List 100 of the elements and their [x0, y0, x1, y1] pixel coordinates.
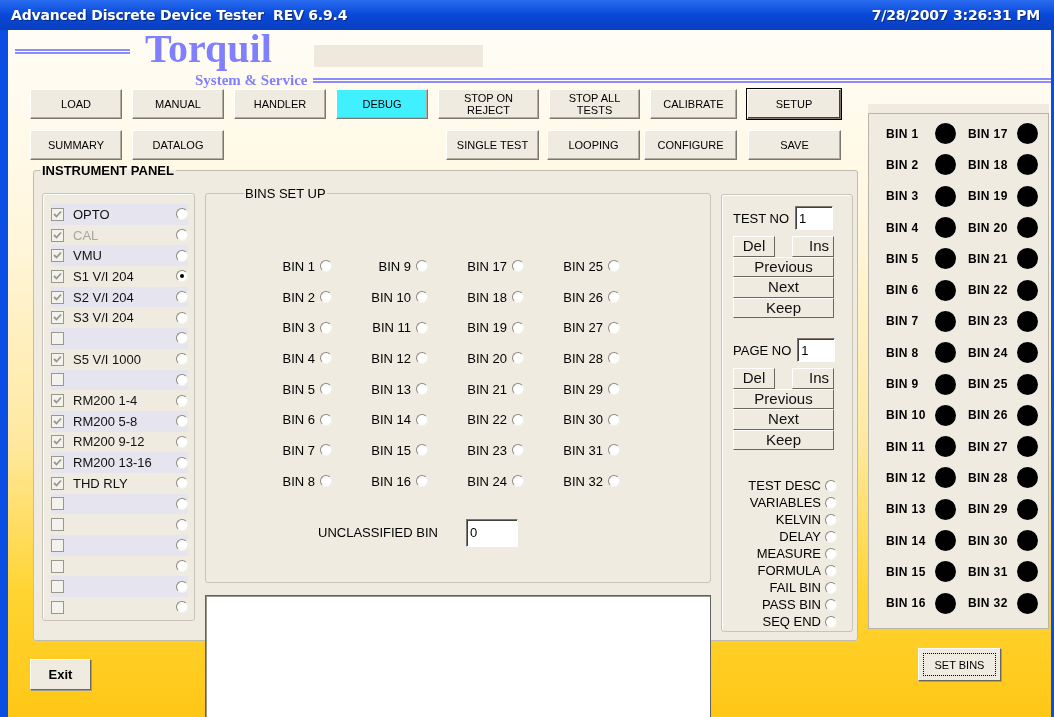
radio-button[interactable]	[176, 249, 188, 262]
nav-button[interactable]: Del	[733, 368, 775, 389]
checkbox[interactable]	[51, 249, 64, 263]
checkbox[interactable]	[51, 518, 64, 532]
toolbar-button[interactable]: LOOPING	[547, 130, 640, 160]
radio-button[interactable]	[176, 415, 188, 428]
toolbar-button[interactable]: DEBUG	[336, 89, 428, 119]
radio-button[interactable]	[825, 564, 837, 577]
unclassified-bin-field[interactable]: 0	[465, 518, 518, 547]
toolbar-button[interactable]: SUMMARY	[30, 130, 122, 160]
radio-button[interactable]	[512, 475, 524, 488]
toolbar-button[interactable]: LOAD	[30, 89, 122, 119]
number-field[interactable]: 1	[797, 338, 836, 362]
radio-button[interactable]	[512, 352, 524, 365]
toolbar-button[interactable]: STOP ALL TESTS	[549, 89, 640, 119]
radio-button[interactable]	[416, 444, 428, 457]
radio-button[interactable]	[176, 601, 188, 614]
toolbar-button[interactable]: SINGLE TEST	[446, 130, 539, 160]
exit-button[interactable]: Exit	[30, 659, 91, 690]
radio-button[interactable]	[825, 547, 837, 560]
toolbar-button[interactable]: CONFIGURE	[644, 130, 737, 160]
radio-button[interactable]	[608, 260, 620, 273]
radio-button[interactable]	[176, 291, 188, 304]
checkbox[interactable]	[51, 414, 64, 428]
radio-button[interactable]	[176, 560, 188, 573]
toolbar-button[interactable]: MANUAL	[132, 89, 224, 119]
radio-button[interactable]	[176, 311, 188, 324]
radio-button[interactable]	[176, 518, 188, 531]
checkbox[interactable]	[51, 311, 64, 325]
toolbar-button[interactable]: DATALOG	[132, 130, 224, 160]
radio-button[interactable]	[176, 208, 188, 221]
toolbar-button[interactable]: HANDLER	[234, 89, 326, 119]
radio-button[interactable]	[608, 383, 620, 396]
radio-button[interactable]	[608, 321, 620, 334]
radio-button[interactable]	[176, 497, 188, 510]
nav-button[interactable]: Del	[733, 236, 775, 257]
nav-button[interactable]: Ins	[792, 368, 834, 389]
radio-button[interactable]	[825, 581, 837, 594]
checkbox[interactable]	[51, 580, 64, 594]
checkbox[interactable]	[51, 456, 64, 470]
radio-button[interactable]	[320, 475, 332, 488]
checkbox[interactable]	[51, 559, 64, 573]
radio-button[interactable]	[320, 352, 332, 365]
nav-button[interactable]: Previous	[733, 388, 834, 409]
radio-button[interactable]	[176, 435, 188, 448]
radio-button[interactable]	[176, 539, 188, 552]
radio-button[interactable]	[825, 479, 837, 492]
radio-button[interactable]	[416, 260, 428, 273]
checkbox[interactable]	[51, 373, 64, 387]
radio-button[interactable]	[512, 383, 524, 396]
radio-button[interactable]	[176, 270, 188, 283]
radio-button[interactable]	[320, 321, 332, 334]
number-field[interactable]: 1	[795, 206, 834, 230]
radio-button[interactable]	[320, 413, 332, 426]
nav-button[interactable]: Previous	[733, 256, 834, 277]
checkbox[interactable]	[51, 435, 64, 449]
radio-button[interactable]	[176, 580, 188, 593]
checkbox[interactable]	[51, 269, 64, 283]
nav-button[interactable]: Keep	[733, 297, 834, 318]
radio-button[interactable]	[416, 352, 428, 365]
radio-button[interactable]	[825, 615, 837, 628]
checkbox[interactable]	[51, 497, 64, 511]
radio-button[interactable]	[416, 413, 428, 426]
radio-button[interactable]	[512, 444, 524, 457]
checkbox[interactable]	[51, 290, 64, 304]
radio-button[interactable]	[176, 373, 188, 386]
toolbar-button[interactable]: STOP ON REJECT	[438, 89, 539, 119]
radio-button[interactable]	[416, 321, 428, 334]
toolbar-button[interactable]: SAVE	[748, 130, 841, 160]
radio-button[interactable]	[608, 291, 620, 304]
toolbar-button[interactable]: SETUP	[747, 89, 841, 119]
radio-button[interactable]	[608, 475, 620, 488]
radio-button[interactable]	[320, 444, 332, 457]
radio-button[interactable]	[176, 477, 188, 490]
radio-button[interactable]	[512, 260, 524, 273]
radio-button[interactable]	[825, 530, 837, 543]
radio-button[interactable]	[320, 383, 332, 396]
radio-button[interactable]	[416, 475, 428, 488]
set-bins-button[interactable]: SET BINS	[918, 648, 1001, 681]
checkbox[interactable]	[51, 600, 64, 614]
radio-button[interactable]	[608, 352, 620, 365]
radio-button[interactable]	[512, 321, 524, 334]
nav-button[interactable]: Next	[733, 277, 834, 298]
radio-button[interactable]	[825, 513, 837, 526]
radio-button[interactable]	[416, 291, 428, 304]
radio-button[interactable]	[608, 413, 620, 426]
checkbox[interactable]	[51, 352, 64, 366]
nav-button[interactable]: Ins	[792, 236, 834, 257]
radio-button[interactable]	[176, 394, 188, 407]
toolbar-button[interactable]: CALIBRATE	[650, 89, 737, 119]
radio-button[interactable]	[608, 444, 620, 457]
checkbox[interactable]	[51, 476, 64, 490]
checkbox[interactable]	[51, 394, 64, 408]
checkbox[interactable]	[51, 538, 64, 552]
radio-button[interactable]	[176, 353, 188, 366]
nav-button[interactable]: Next	[733, 409, 834, 430]
nav-button[interactable]: Keep	[733, 429, 834, 450]
radio-button[interactable]	[512, 413, 524, 426]
radio-button[interactable]	[416, 383, 428, 396]
radio-button[interactable]	[825, 598, 837, 611]
